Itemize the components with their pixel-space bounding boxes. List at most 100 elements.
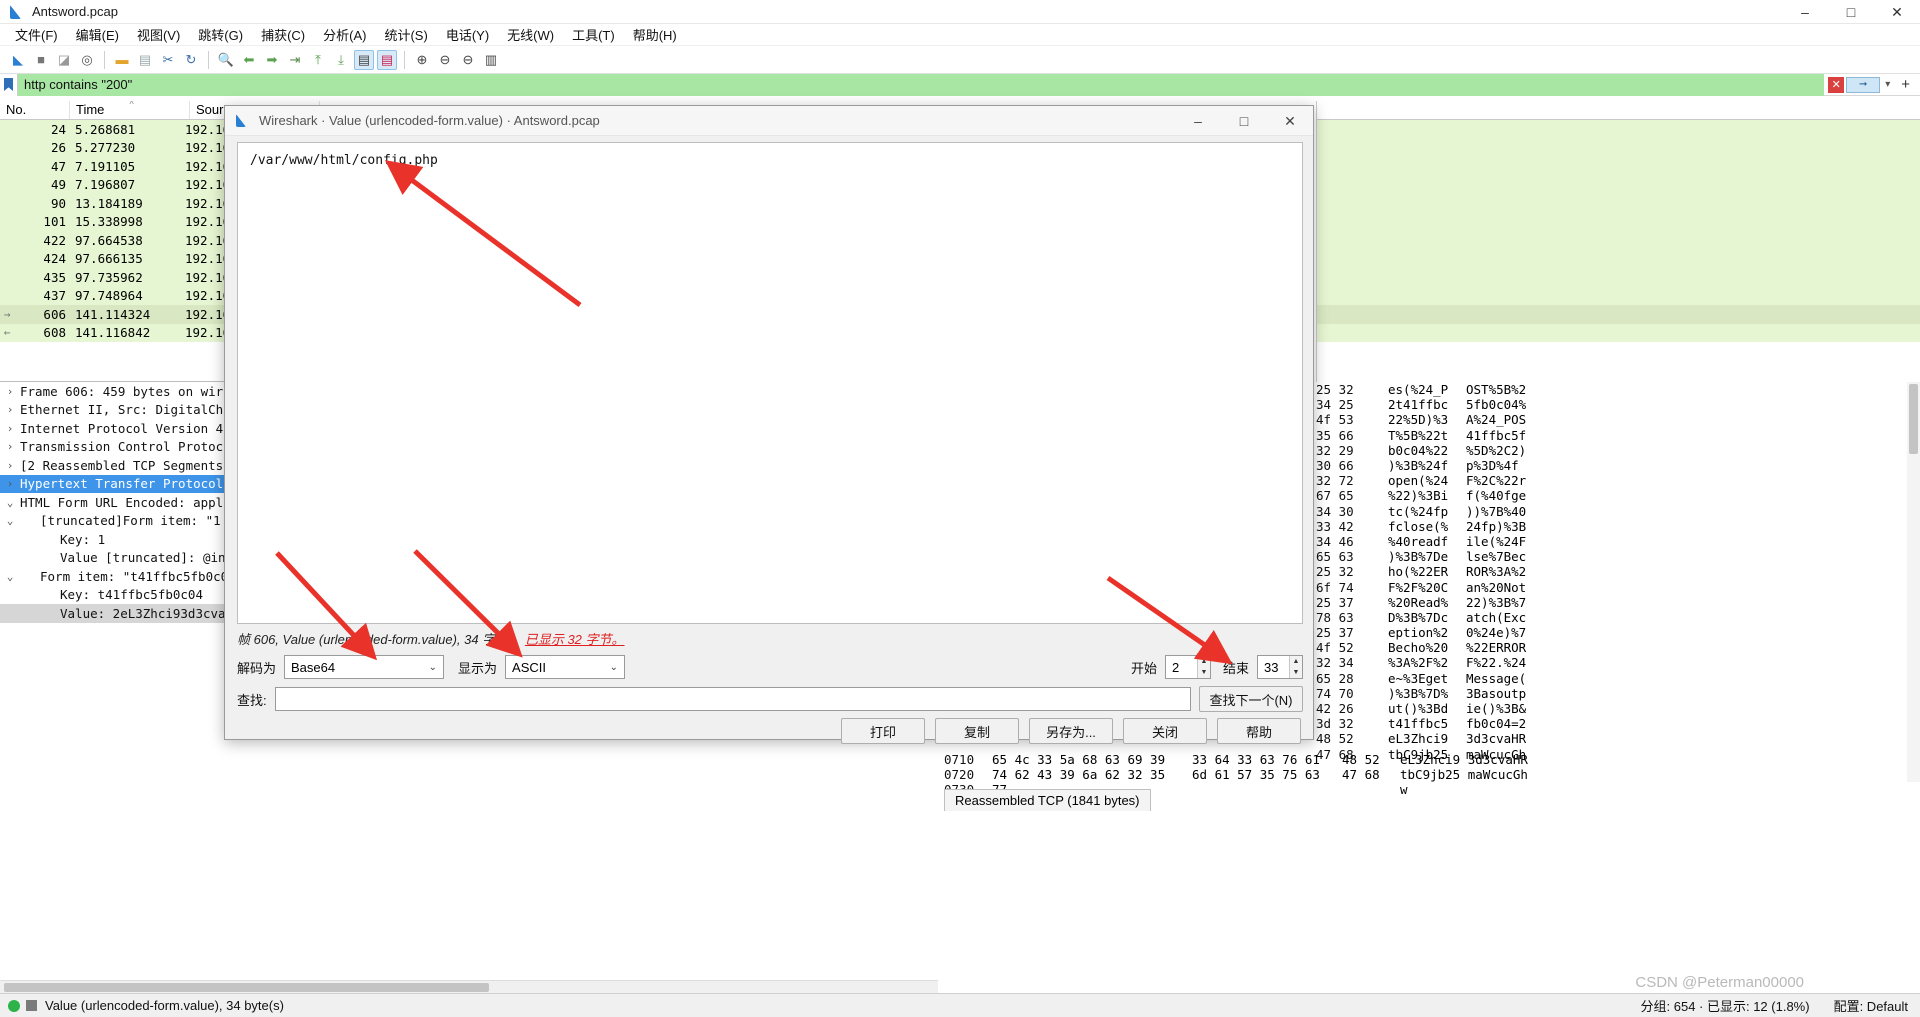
- hex-ascii-b: 3d3cvaHR: [1466, 731, 1527, 747]
- zoom-in-icon[interactable]: ⊕: [412, 50, 432, 70]
- statusbar-profile[interactable]: 配置: Default: [1834, 996, 1908, 1015]
- menu-file[interactable]: 文件(F): [6, 23, 67, 46]
- restart-capture-icon[interactable]: ◪: [54, 50, 74, 70]
- menu-wireless[interactable]: 无线(W): [498, 23, 563, 46]
- add-filter-button[interactable]: +: [1895, 76, 1916, 93]
- detail-tree-label: Form item: "t41ffbc5fb0c0: [40, 568, 229, 584]
- file-icon[interactable]: [26, 1000, 37, 1011]
- chevron-right-icon[interactable]: ›: [0, 422, 20, 435]
- save-as-button[interactable]: 另存为...: [1029, 718, 1113, 744]
- stop-capture-icon[interactable]: ■: [31, 50, 51, 70]
- bookmark-icon[interactable]: [0, 73, 18, 96]
- start-capture-icon[interactable]: ◣: [8, 50, 28, 70]
- vertical-scrollbar[interactable]: [1907, 382, 1920, 782]
- menu-telephony[interactable]: 电话(Y): [437, 23, 498, 46]
- hex-row: 25 32 es(%24_P OST%5B%2: [1316, 382, 1920, 397]
- open-file-icon[interactable]: ▬: [112, 50, 132, 70]
- chevron-down-icon[interactable]: ⌄: [0, 514, 20, 527]
- hex-ascii-b: 5fb0c04%: [1466, 397, 1527, 413]
- save-file-icon[interactable]: ▤: [135, 50, 155, 70]
- hex-ascii-a: 22%5D)%3: [1388, 412, 1449, 428]
- start-spinbox[interactable]: 2 ▲ ▼: [1164, 655, 1211, 679]
- column-header-no[interactable]: No.: [0, 101, 70, 119]
- dialog-content-area[interactable]: /var/www/html/config.php: [237, 142, 1303, 624]
- chevron-down-icon[interactable]: ⌄: [0, 496, 20, 509]
- spin-up-icon[interactable]: ▲: [1290, 656, 1302, 667]
- packet-bytes-pane-right[interactable]: 25 32 es(%24_P OST%5B%2 34 25 2t41ffbc 5fb0c0…: [1316, 382, 1920, 782]
- resize-columns-icon[interactable]: ▥: [481, 50, 501, 70]
- spin-down-icon[interactable]: ▼: [1197, 667, 1210, 678]
- menu-view[interactable]: 视图(V): [128, 23, 189, 46]
- maximize-button[interactable]: □: [1828, 0, 1874, 24]
- end-spinbox-arrows[interactable]: ▲ ▼: [1289, 656, 1302, 678]
- vertical-scrollbar-thumb[interactable]: [1909, 384, 1918, 454]
- find-packet-icon[interactable]: 🔍: [216, 50, 236, 70]
- auto-scroll-icon[interactable]: ▤: [354, 49, 374, 70]
- reload-file-icon[interactable]: ↻: [181, 50, 201, 70]
- chevron-down-icon[interactable]: ⌄: [0, 570, 20, 583]
- help-button[interactable]: 帮助: [1217, 718, 1301, 744]
- hex-row: 3d 32 t41ffbc5 fb0c04=2: [1316, 716, 1920, 731]
- hex-ascii-b: OST%5B%2: [1466, 382, 1527, 398]
- copy-button[interactable]: 复制: [935, 718, 1019, 744]
- dialog-minimize-button[interactable]: –: [1175, 106, 1221, 136]
- find-next-button[interactable]: 查找下一个(N): [1199, 686, 1303, 712]
- chevron-right-icon[interactable]: ›: [0, 477, 20, 490]
- spin-down-icon[interactable]: ▼: [1290, 667, 1302, 678]
- display-filter-input[interactable]: http contains "200": [18, 73, 1825, 96]
- chevron-right-icon[interactable]: ›: [0, 403, 20, 416]
- horizontal-scrollbar[interactable]: [0, 980, 938, 993]
- chevron-right-icon[interactable]: ›: [0, 459, 20, 472]
- hex-row: 34 30 tc(%24fp))%7B%40: [1316, 504, 1920, 519]
- go-forward-icon[interactable]: ➡: [262, 50, 282, 70]
- close-file-icon[interactable]: ✂: [158, 50, 178, 70]
- wireshark-fin-icon: [8, 4, 26, 20]
- dialog-titlebar: Wireshark · Value (urlencoded-form.value…: [225, 106, 1313, 136]
- show-as-select[interactable]: ASCII ⌄: [505, 655, 626, 679]
- close-button[interactable]: 关闭: [1123, 718, 1207, 744]
- menu-analyze[interactable]: 分析(A): [314, 23, 375, 46]
- horizontal-scrollbar-thumb[interactable]: [4, 983, 489, 992]
- menu-help[interactable]: 帮助(H): [624, 23, 686, 46]
- show-packet-bytes-dialog[interactable]: Wireshark · Value (urlencoded-form.value…: [224, 105, 1314, 744]
- spin-up-icon[interactable]: ▲: [1197, 656, 1210, 667]
- colorize-icon[interactable]: ▤: [377, 49, 397, 70]
- go-to-packet-icon[interactable]: ⇥: [285, 50, 305, 70]
- tab-reassembled-tcp[interactable]: Reassembled TCP (1841 bytes): [944, 789, 1151, 811]
- menu-edit[interactable]: 编辑(E): [67, 23, 128, 46]
- hex-ascii-a: F%2F%20C: [1388, 579, 1449, 595]
- apply-filter-icon[interactable]: ➞: [1846, 76, 1881, 93]
- go-first-packet-icon[interactable]: ⤒: [308, 50, 328, 70]
- menu-tools[interactable]: 工具(T): [563, 23, 624, 46]
- start-value: 2: [1171, 659, 1180, 675]
- status-ok-icon[interactable]: [8, 999, 20, 1012]
- hex-bytes-tail: 34 25: [1316, 397, 1354, 413]
- go-back-icon[interactable]: ⬅: [239, 50, 259, 70]
- menu-statistics[interactable]: 统计(S): [375, 23, 436, 46]
- close-button[interactable]: ✕: [1874, 0, 1920, 24]
- hex-dump-row: 0720 74 62 43 39 6a 62 32 35 6d 61 57 35 7…: [944, 767, 1564, 782]
- chevron-down-icon[interactable]: ▾: [1882, 79, 1893, 90]
- print-button[interactable]: 打印: [841, 718, 925, 744]
- dialog-close-button[interactable]: ✕: [1267, 106, 1313, 136]
- dialog-maximize-button[interactable]: □: [1221, 106, 1267, 136]
- chevron-right-icon[interactable]: ›: [0, 440, 20, 453]
- decode-as-select[interactable]: Base64 ⌄: [284, 655, 445, 679]
- hex-bytes-tail: 25 32: [1316, 564, 1354, 580]
- end-spinbox[interactable]: 33 ▲ ▼: [1257, 655, 1303, 679]
- chevron-right-icon[interactable]: ›: [0, 385, 20, 398]
- find-input[interactable]: [274, 687, 1191, 711]
- zoom-reset-icon[interactable]: ⊖: [458, 50, 478, 70]
- detail-tree-label: Ethernet II, Src: DigitalCh: [20, 402, 224, 418]
- hex-ascii-b: F%2C%22r: [1466, 473, 1527, 489]
- clear-filter-icon[interactable]: ✕: [1828, 76, 1845, 93]
- menu-go[interactable]: 跳转(G): [189, 23, 252, 46]
- go-last-packet-icon[interactable]: ⤓: [331, 50, 351, 70]
- zoom-out-icon[interactable]: ⊖: [435, 50, 455, 70]
- column-header-time[interactable]: Time ^: [70, 101, 190, 119]
- menu-capture[interactable]: 捕获(C): [252, 23, 314, 46]
- hex-row: 25 37 %20Read% 22)%3B%7: [1316, 595, 1920, 610]
- minimize-button[interactable]: –: [1782, 0, 1828, 24]
- capture-options-icon[interactable]: ◎: [77, 50, 97, 70]
- start-spinbox-arrows[interactable]: ▲ ▼: [1196, 656, 1210, 678]
